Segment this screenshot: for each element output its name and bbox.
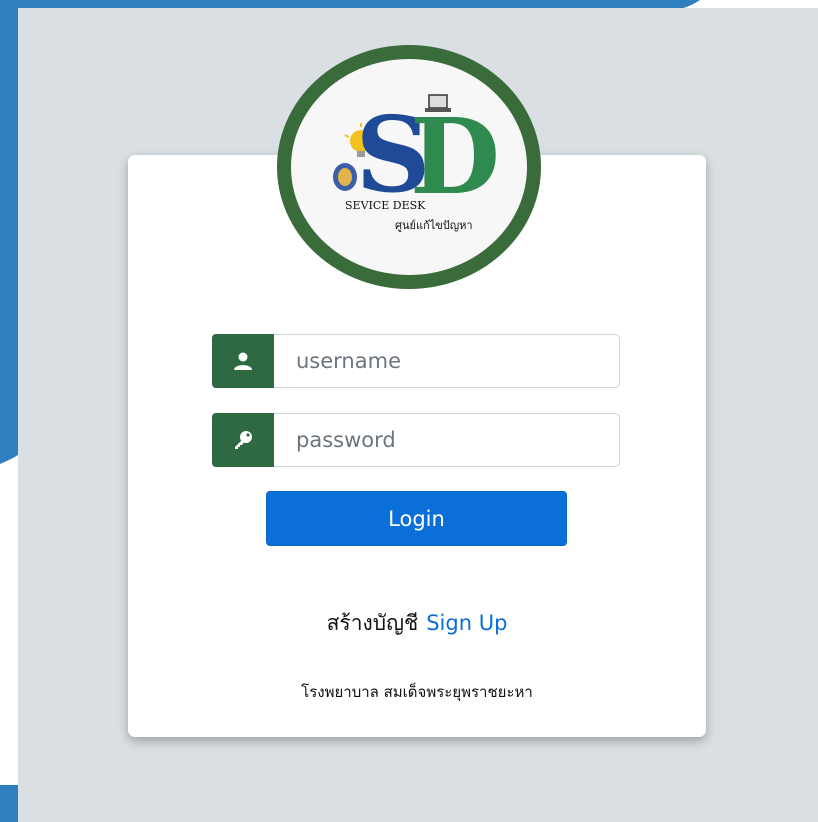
user-icon <box>234 352 252 370</box>
username-group <box>212 334 620 388</box>
password-addon <box>212 413 274 467</box>
service-desk-logo: S D SEVICE DESK ศูนย์แก้ไขปัญหา <box>277 45 541 289</box>
hospital-emblem-icon <box>333 163 357 191</box>
username-input[interactable] <box>274 334 620 388</box>
key-icon <box>235 431 252 449</box>
signup-prompt: สร้างบัญชี <box>326 611 419 635</box>
signup-line: สร้างบัญชี Sign Up <box>128 607 706 640</box>
organization-footer: โรงพยาบาล สมเด็จพระยุพราชยะหา <box>301 683 533 701</box>
signup-link[interactable]: Sign Up <box>426 611 507 635</box>
login-page: S D SEVICE DESK ศูนย์แก้ไขปัญหา username… <box>0 0 818 822</box>
svg-text:ศูนย์แก้ไขปัญหา: ศูนย์แก้ไขปัญหา <box>395 219 473 232</box>
login-button[interactable]: Login <box>266 491 567 546</box>
username-addon <box>212 334 274 388</box>
password-input[interactable] <box>274 413 620 467</box>
laptop-icon <box>425 94 451 112</box>
password-group <box>212 413 620 467</box>
svg-text:SEVICE DESK: SEVICE DESK <box>345 199 426 212</box>
